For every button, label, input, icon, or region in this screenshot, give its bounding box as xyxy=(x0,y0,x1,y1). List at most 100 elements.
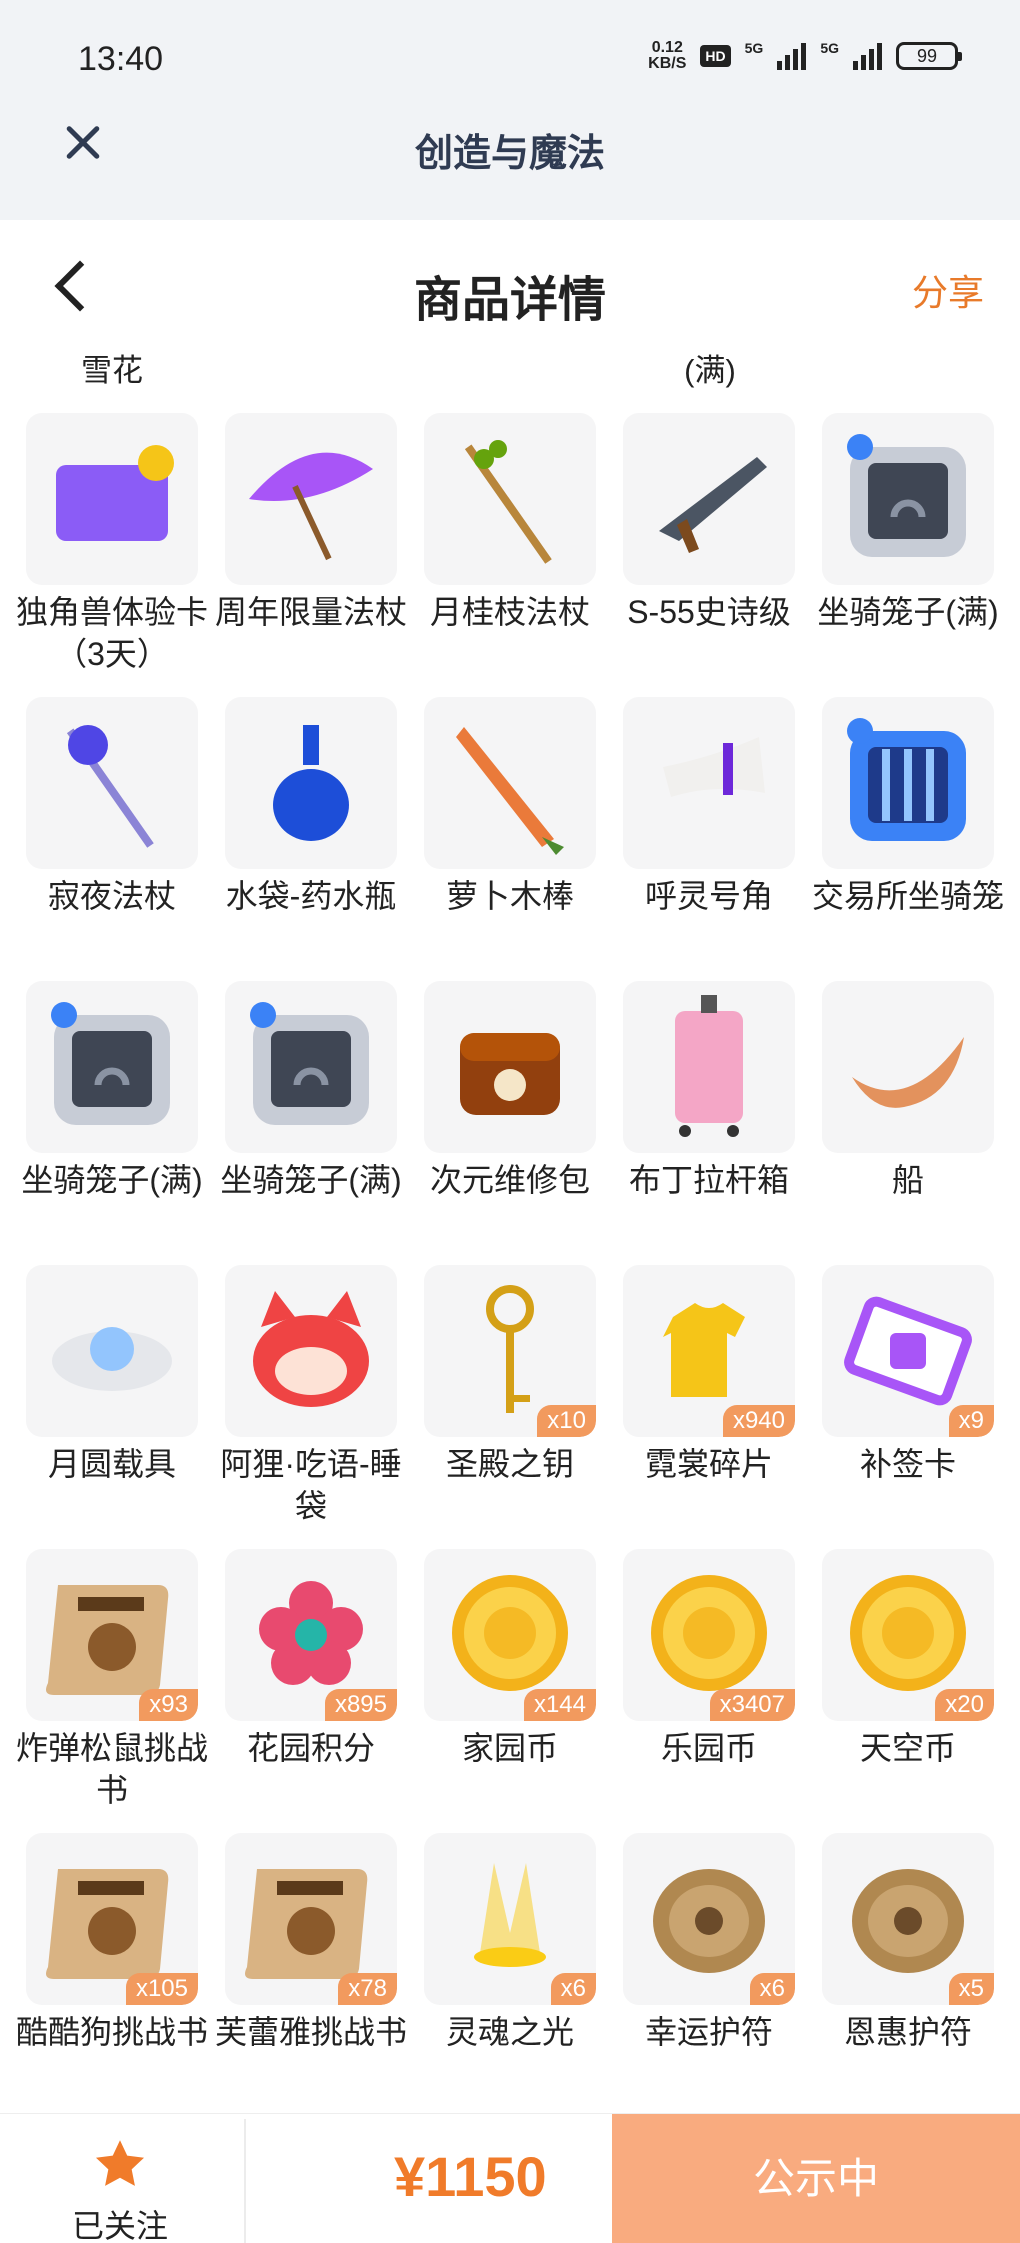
item-thumbnail: x20 xyxy=(822,1549,994,1721)
item-name: 周年限量法杖 xyxy=(214,594,407,630)
app-title: 创造与魔法 xyxy=(414,133,605,175)
item-card[interactable]: 次元维修包 xyxy=(424,981,596,1265)
follow-label: 已关注 xyxy=(71,2208,168,2243)
item-card[interactable]: x5 恩惠护符 xyxy=(822,1833,994,2117)
status-button[interactable]: 公示中 xyxy=(612,2114,1020,2243)
item-name: 圣殿之钥 xyxy=(445,1446,574,1482)
item-name: 幸运护符 xyxy=(644,2014,773,2050)
previous-row-label: (满) xyxy=(684,353,736,388)
item-card[interactable]: 呼灵号角 xyxy=(623,697,795,981)
item-card[interactable]: x3407 乐园币 xyxy=(623,1549,795,1833)
item-name: 萝卜木棒 xyxy=(445,878,574,914)
item-quantity-badge: x6 xyxy=(550,1973,596,2005)
divider xyxy=(244,2119,246,2243)
item-card[interactable]: x105 酷酷狗挑战书 xyxy=(16,1833,208,2117)
item-card[interactable]: x6 灵魂之光 xyxy=(424,1833,596,2117)
carrot-stick-icon xyxy=(456,727,564,855)
item-thumbnail xyxy=(623,697,795,869)
bottom-bar: 已关注 ¥1150 公示中 xyxy=(0,2113,1020,2243)
item-thumbnail xyxy=(424,697,596,869)
item-thumbnail xyxy=(225,697,397,869)
item-card[interactable]: 坐骑笼子(满) xyxy=(817,413,999,697)
follow-button[interactable]: 已关注 xyxy=(40,2124,200,2243)
moon-cloud-icon xyxy=(52,1327,172,1391)
item-name: 乐园币 xyxy=(660,1730,757,1766)
item-name: 独角兽体验卡（3天） xyxy=(15,594,208,672)
item-card[interactable]: 阿狸·吃语-睡袋 xyxy=(220,1265,402,1549)
item-quantity-badge: x10 xyxy=(537,1405,596,1437)
item-quantity-badge: x144 xyxy=(523,1689,596,1721)
status-time: 13:40 xyxy=(78,40,164,78)
item-thumbnail xyxy=(225,413,397,585)
item-card[interactable]: 水袋-药水瓶 xyxy=(225,697,397,981)
gun-icon xyxy=(659,457,767,553)
item-thumbnail xyxy=(26,1265,198,1437)
item-name: 水袋-药水瓶 xyxy=(225,878,397,914)
item-name: 寂夜法杖 xyxy=(47,878,176,914)
item-card[interactable]: x20 天空币 xyxy=(822,1549,994,1833)
item-card[interactable]: 布丁拉杆箱 xyxy=(623,981,795,1265)
item-thumbnail xyxy=(26,413,198,585)
item-thumbnail xyxy=(26,697,198,869)
item-card[interactable]: 月桂枝法杖 xyxy=(424,413,596,697)
item-quantity-badge: x20 xyxy=(935,1689,994,1721)
mount-cage-icon xyxy=(250,1002,369,1125)
night-staff-icon xyxy=(66,725,154,848)
item-card[interactable]: 萝卜木棒 xyxy=(424,697,596,981)
item-thumbnail: x9 xyxy=(822,1265,994,1437)
share-button[interactable]: 分享 xyxy=(912,264,984,316)
item-card[interactable]: 交易所坐骑笼 xyxy=(812,697,1004,981)
item-card[interactable]: 周年限量法杖 xyxy=(215,413,407,697)
item-quantity-badge: x3407 xyxy=(709,1689,795,1721)
item-thumbnail xyxy=(424,981,596,1153)
item-card[interactable]: x10 圣殿之钥 xyxy=(424,1265,596,1549)
fox-sleeping-bag-icon xyxy=(253,1291,369,1407)
previous-row-label: 雪花 xyxy=(81,353,143,388)
item-thumbnail: x144 xyxy=(424,1549,596,1721)
potion-bottle-icon xyxy=(273,725,349,841)
item-thumbnail: x5 xyxy=(822,1833,994,2005)
mount-cage-icon xyxy=(847,434,966,557)
item-name: 布丁拉杆箱 xyxy=(628,1162,789,1198)
signal-1-icon xyxy=(777,42,807,70)
item-card[interactable]: 独角兽体验卡（3天） xyxy=(16,413,208,697)
item-card[interactable]: 寂夜法杖 xyxy=(26,697,198,981)
item-name: 呼灵号角 xyxy=(644,878,773,914)
item-card[interactable]: x78 芙蕾雅挑战书 xyxy=(215,1833,407,2117)
item-name: 恩惠护符 xyxy=(843,2014,972,2050)
item-card[interactable]: x93 炸弹松鼠挑战书 xyxy=(16,1549,208,1833)
item-thumbnail xyxy=(822,981,994,1153)
item-card[interactable]: 船 xyxy=(822,981,994,1265)
network-speed: 0.12 KB/S xyxy=(648,40,686,72)
status-indicators: 0.12 KB/S HD 5G 5G 99 xyxy=(648,40,962,72)
item-card[interactable]: 坐骑笼子(满) xyxy=(220,981,402,1265)
item-card[interactable]: S-55史诗级 xyxy=(623,413,795,697)
item-quantity-badge: x9 xyxy=(948,1405,994,1437)
item-thumbnail xyxy=(822,697,994,869)
signal-1-label: 5G xyxy=(744,40,764,56)
item-thumbnail xyxy=(822,413,994,585)
item-card[interactable]: 坐骑笼子(满) xyxy=(21,981,203,1265)
page-title: 商品详情 xyxy=(413,274,606,327)
item-thumbnail: x93 xyxy=(26,1549,198,1721)
item-name: 炸弹松鼠挑战书 xyxy=(15,1730,208,1808)
item-name: 补签卡 xyxy=(859,1446,956,1482)
item-thumbnail: x940 xyxy=(623,1265,795,1437)
item-name: 霓裳碎片 xyxy=(644,1446,773,1482)
item-name: 阿狸·吃语-睡袋 xyxy=(220,1446,402,1524)
item-thumbnail: x78 xyxy=(225,1833,397,2005)
item-card[interactable]: x9 补签卡 xyxy=(822,1265,994,1549)
item-card[interactable]: 月圆载具 xyxy=(26,1265,198,1549)
item-card[interactable]: x895 花园积分 xyxy=(225,1549,397,1833)
item-name: 天空币 xyxy=(859,1730,956,1766)
repair-bag-icon xyxy=(460,1033,560,1115)
item-thumbnail: x10 xyxy=(424,1265,596,1437)
item-card[interactable]: x940 霓裳碎片 xyxy=(623,1265,795,1549)
item-thumbnail: x6 xyxy=(424,1833,596,2005)
item-quantity-badge: x78 xyxy=(338,1973,397,2005)
item-card[interactable]: x6 幸运护符 xyxy=(623,1833,795,2117)
signal-2-icon xyxy=(853,42,882,70)
item-quantity-badge: x93 xyxy=(139,1689,198,1721)
item-card[interactable]: x144 家园币 xyxy=(424,1549,596,1833)
signal-2-label: 5G xyxy=(820,40,839,56)
